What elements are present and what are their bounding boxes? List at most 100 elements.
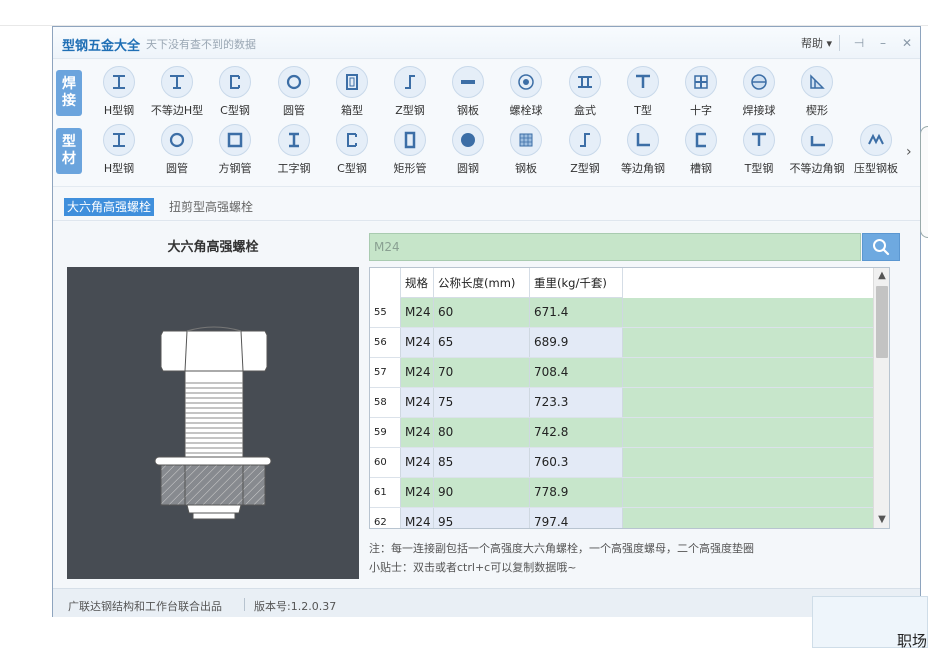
background-popup: 职场 [812, 596, 928, 648]
profiles-category-tag[interactable]: 型 材 [56, 128, 82, 174]
cell-weight[interactable]: 708.4 [530, 358, 623, 387]
search-button[interactable] [862, 233, 900, 261]
tool-label: H型钢 [103, 104, 135, 117]
profiles-tool-0[interactable]: H型钢 [91, 124, 147, 176]
cell-length[interactable]: 80 [434, 418, 530, 447]
welding-tool-6[interactable]: 钢板 [440, 66, 496, 118]
welding-tool-4[interactable]: 箱型 [324, 66, 380, 118]
table-scrollbar[interactable]: ▲ ▼ [873, 268, 889, 528]
cell-weight[interactable]: 689.9 [530, 328, 623, 357]
row-index[interactable]: 56 [370, 328, 401, 357]
h-beam-icon [103, 66, 135, 98]
tool-label: 钢板 [515, 162, 537, 175]
table-row[interactable]: 62 M24 95 797.4 [370, 508, 873, 528]
row-index[interactable]: 58 [370, 388, 401, 417]
app-window: 型钢五金大全 天下没有查不到的数据 帮助 ▾ ⊣ – ✕ 焊 接 H型钢 不等边H… [52, 26, 921, 617]
cell-length[interactable]: 90 [434, 478, 530, 507]
tab-hex-bolt[interactable]: 大六角高强螺栓 [64, 198, 155, 216]
cell-weight[interactable]: 742.8 [530, 418, 623, 447]
profiles-tool-6[interactable]: 圆钢 [440, 124, 496, 176]
column-header-length[interactable]: 公称长度(mm) [434, 268, 530, 298]
cell-weight[interactable]: 723.3 [530, 388, 623, 417]
profiles-tool-8[interactable]: Z型钢 [557, 124, 613, 176]
connection-note: 注：每一连接副包括一个高强度大六角螺栓，一个高强度螺母，二个高强度垫圈 [369, 542, 754, 555]
cell-length[interactable]: 95 [434, 508, 530, 528]
close-icon[interactable]: ✕ [900, 36, 914, 50]
minimize-icon[interactable]: – [876, 36, 890, 50]
cell-length[interactable]: 70 [434, 358, 530, 387]
cell-spec[interactable]: M24 [401, 448, 434, 477]
table-row[interactable]: 55 M24 60 671.4 [370, 298, 873, 328]
row-index[interactable]: 57 [370, 358, 401, 387]
cell-weight[interactable]: 797.4 [530, 508, 623, 528]
column-header-spec[interactable]: 规格 [401, 268, 434, 298]
scroll-down-icon[interactable]: ▼ [874, 512, 889, 528]
pin-icon[interactable]: ⊣ [852, 36, 866, 50]
profiles-tool-12[interactable]: 不等边角钢 [789, 124, 845, 176]
profiles-tool-3[interactable]: 工字钢 [266, 124, 322, 176]
cell-length[interactable]: 75 [434, 388, 530, 417]
profiles-tool-9[interactable]: 等边角钢 [615, 124, 671, 176]
table-row[interactable]: 60 M24 85 760.3 [370, 448, 873, 478]
cell-length[interactable]: 85 [434, 448, 530, 477]
spec-search-input[interactable] [369, 233, 861, 261]
column-header-weight[interactable]: 重里(kg/千套) [530, 268, 623, 298]
row-index[interactable]: 55 [370, 298, 401, 327]
table-row[interactable]: 56 M24 65 689.9 [370, 328, 873, 358]
cell-weight[interactable]: 778.9 [530, 478, 623, 507]
help-menu-button[interactable]: 帮助 ▾ [801, 35, 832, 51]
welding-tool-5[interactable]: Z型钢 [382, 66, 438, 118]
profiles-tool-10[interactable]: 槽钢 [673, 124, 729, 176]
welding-tool-7[interactable]: 螺栓球 [498, 66, 554, 118]
row-index[interactable]: 61 [370, 478, 401, 507]
table-row[interactable]: 58 M24 75 723.3 [370, 388, 873, 418]
profiles-tool-2[interactable]: 方钢管 [207, 124, 263, 176]
welding-tool-10[interactable]: 十字 [673, 66, 729, 118]
welding-tool-8[interactable]: 盒式 [557, 66, 613, 118]
cell-weight[interactable]: 760.3 [530, 448, 623, 477]
welding-tool-1[interactable]: 不等边H型 [149, 66, 205, 118]
table-row[interactable]: 61 M24 90 778.9 [370, 478, 873, 508]
z-section-icon [394, 66, 426, 98]
chevron-right-icon[interactable]: › [906, 144, 912, 160]
cell-spec[interactable]: M24 [401, 418, 434, 447]
welding-category-tag[interactable]: 焊 接 [56, 70, 82, 116]
tag-char: 接 [62, 93, 76, 109]
copy-tip: 小贴士：双击或者ctrl+c可以复制数据哦~ [369, 561, 577, 574]
profiles-tool-5[interactable]: 矩形管 [382, 124, 438, 176]
profiles-tool-1[interactable]: 圆管 [149, 124, 205, 176]
welding-tool-11[interactable]: 焊接球 [731, 66, 787, 118]
cell-spec[interactable]: M24 [401, 358, 434, 387]
c-channel-icon [336, 124, 368, 156]
cell-length[interactable]: 60 [434, 298, 530, 327]
profiles-tool-4[interactable]: C型钢 [324, 124, 380, 176]
scroll-thumb[interactable] [876, 286, 888, 358]
cell-spec[interactable]: M24 [401, 298, 434, 327]
welding-row: 焊 接 H型钢 不等边H型 C型钢 圆管 箱型 Z型钢 钢板 螺栓球 盒式 T型 十字 焊接球 楔形 [53, 66, 920, 124]
welding-tool-3[interactable]: 圆管 [266, 66, 322, 118]
welding-tool-0[interactable]: H型钢 [91, 66, 147, 118]
column-header-index[interactable] [370, 268, 401, 298]
row-index[interactable]: 62 [370, 508, 401, 528]
cell-spec[interactable]: M24 [401, 478, 434, 507]
window-controls: ⊣ – ✕ [839, 35, 914, 51]
welding-tool-2[interactable]: C型钢 [207, 66, 263, 118]
welding-tool-12[interactable]: 楔形 [789, 66, 845, 118]
cell-filler [623, 358, 873, 387]
cell-spec[interactable]: M24 [401, 388, 434, 417]
profiles-tool-13[interactable]: 压型钢板 [848, 124, 904, 176]
profiles-tool-11[interactable]: T型钢 [731, 124, 787, 176]
row-index[interactable]: 60 [370, 448, 401, 477]
table-row[interactable]: 57 M24 70 708.4 [370, 358, 873, 388]
cell-length[interactable]: 65 [434, 328, 530, 357]
profiles-tool-7[interactable]: 钢板 [498, 124, 554, 176]
cell-spec[interactable]: M24 [401, 508, 434, 528]
row-index[interactable]: 59 [370, 418, 401, 447]
version-text: 版本号:1.2.0.37 [254, 600, 337, 613]
cell-weight[interactable]: 671.4 [530, 298, 623, 327]
welding-tool-9[interactable]: T型 [615, 66, 671, 118]
tab-torshear-bolt[interactable]: 扭剪型高强螺栓 [166, 198, 256, 216]
table-row[interactable]: 59 M24 80 742.8 [370, 418, 873, 448]
scroll-up-icon[interactable]: ▲ [874, 268, 889, 284]
cell-spec[interactable]: M24 [401, 328, 434, 357]
